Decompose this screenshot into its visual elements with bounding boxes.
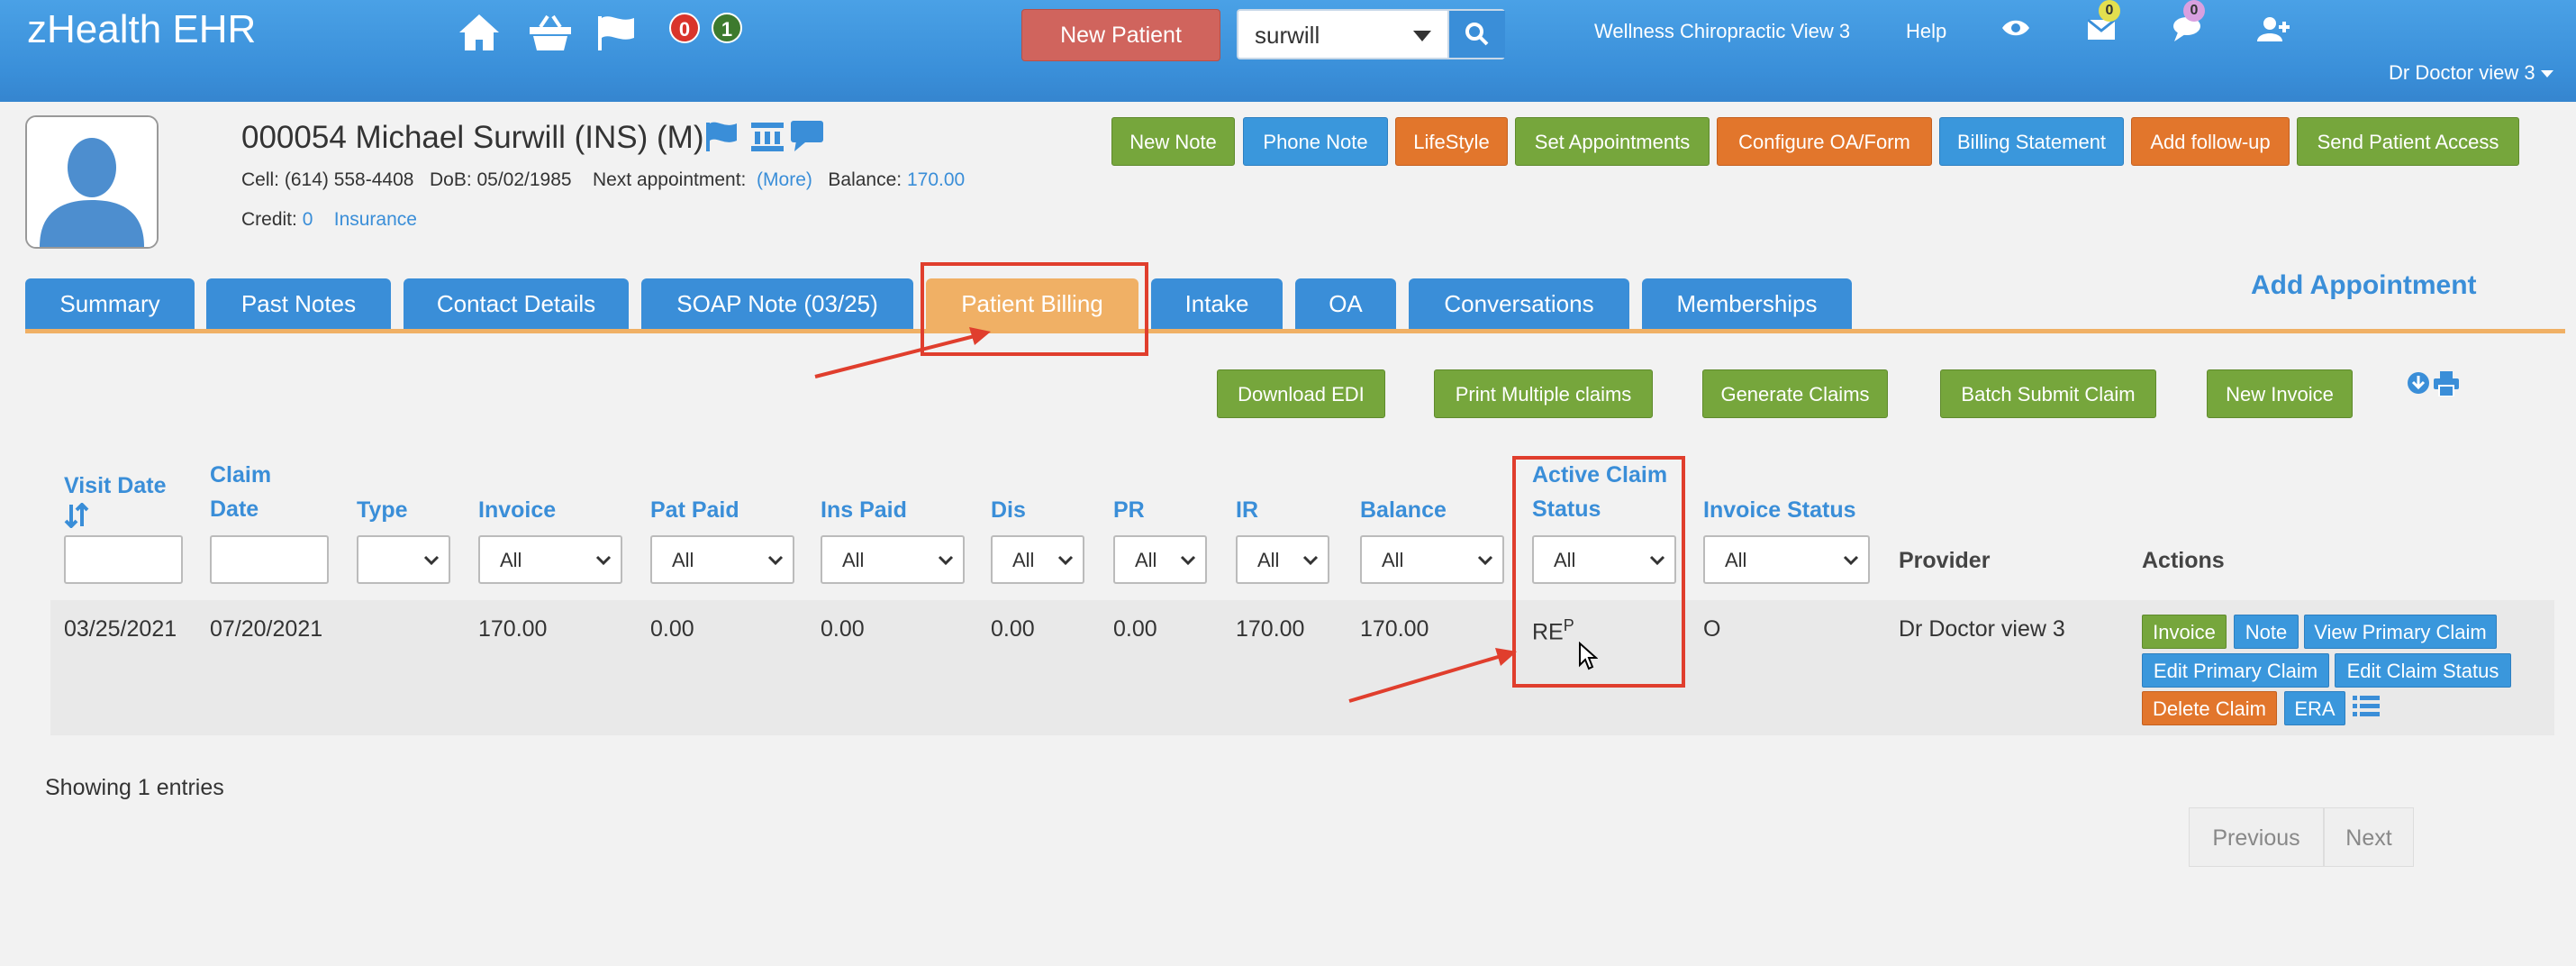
arrow-to-billing-tab: [814, 327, 991, 378]
arrow-to-claim-status: [1348, 648, 1517, 703]
annotation-arrows: [0, 0, 2576, 966]
